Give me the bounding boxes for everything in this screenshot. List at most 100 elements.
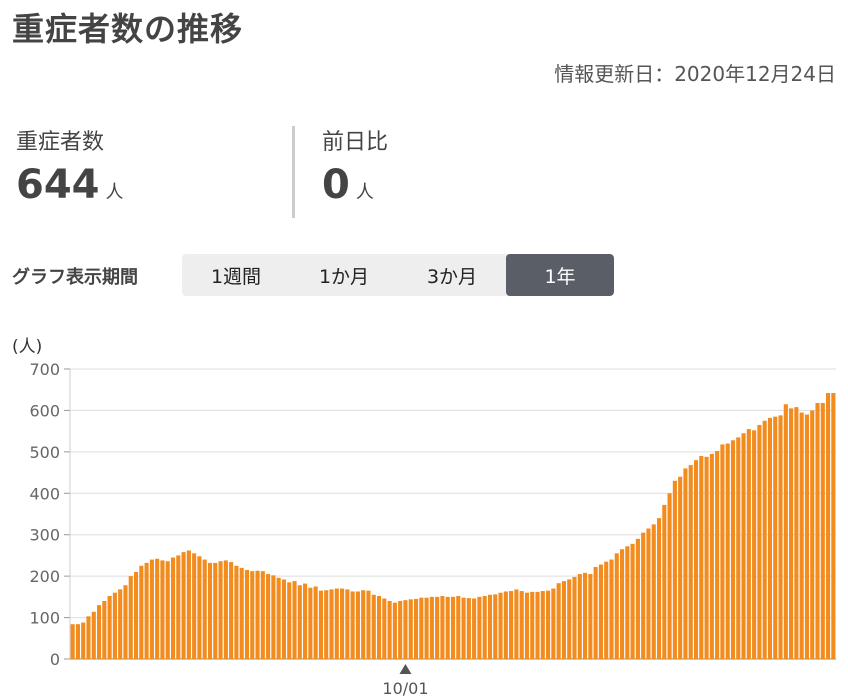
severe-count-label: 重症者数 bbox=[16, 130, 105, 155]
bar bbox=[799, 412, 804, 659]
bar bbox=[635, 538, 640, 659]
bar bbox=[530, 591, 535, 659]
bar bbox=[382, 598, 387, 659]
bar bbox=[651, 524, 656, 659]
bar bbox=[831, 393, 836, 659]
bar bbox=[614, 553, 619, 659]
bar bbox=[662, 504, 667, 659]
bar bbox=[234, 565, 239, 659]
bar bbox=[139, 565, 144, 659]
bar bbox=[456, 596, 461, 659]
bar bbox=[303, 583, 308, 659]
bar bbox=[783, 404, 788, 659]
y-tick-label: 100 bbox=[29, 609, 60, 628]
bar bbox=[202, 559, 207, 659]
bar bbox=[308, 587, 313, 659]
bar bbox=[709, 453, 714, 659]
bar bbox=[176, 555, 181, 659]
bar bbox=[720, 444, 725, 659]
day-change-value: 0 bbox=[322, 162, 350, 208]
bar bbox=[757, 424, 762, 659]
bar bbox=[826, 393, 831, 659]
y-tick-label: 200 bbox=[29, 567, 60, 586]
bar bbox=[287, 582, 292, 659]
bar bbox=[693, 460, 699, 659]
period-3month-button[interactable]: 3か月 bbox=[398, 254, 506, 296]
bar bbox=[213, 562, 218, 659]
bar bbox=[207, 562, 213, 659]
bar bbox=[229, 562, 234, 659]
bar bbox=[699, 456, 704, 659]
bar bbox=[334, 588, 339, 659]
bar bbox=[810, 410, 815, 659]
bar bbox=[413, 598, 419, 659]
bar bbox=[86, 616, 91, 659]
y-tick-label: 400 bbox=[29, 484, 60, 503]
bar bbox=[767, 417, 773, 659]
bar bbox=[762, 420, 767, 659]
bar bbox=[477, 596, 482, 659]
bar bbox=[540, 591, 545, 659]
bar bbox=[313, 586, 318, 659]
bar bbox=[81, 622, 86, 659]
bar bbox=[746, 429, 751, 659]
bar bbox=[593, 567, 598, 659]
bar bbox=[572, 576, 577, 659]
bar bbox=[609, 559, 614, 659]
bar bbox=[361, 590, 366, 659]
bar bbox=[281, 579, 287, 659]
bar bbox=[355, 591, 360, 659]
bar bbox=[820, 402, 825, 659]
bar bbox=[667, 493, 672, 659]
bar bbox=[244, 569, 250, 659]
bar bbox=[292, 581, 297, 659]
y-tick-label: 600 bbox=[29, 401, 60, 420]
bar bbox=[672, 480, 677, 659]
period-selector: 1週間 1か月 3か月 1年 bbox=[182, 254, 614, 296]
period-1year-button[interactable]: 1年 bbox=[506, 254, 614, 296]
bar bbox=[403, 600, 408, 659]
bar bbox=[561, 581, 566, 659]
bar bbox=[318, 590, 323, 659]
bar bbox=[688, 465, 693, 659]
bar bbox=[297, 585, 302, 659]
y-tick-label: 300 bbox=[29, 526, 60, 545]
page-title: 重症者数の推移 bbox=[12, 10, 244, 48]
bar bbox=[741, 433, 746, 659]
severe-count-unit: 人 bbox=[105, 182, 124, 203]
bar bbox=[340, 588, 345, 659]
bar bbox=[149, 559, 154, 659]
bar bbox=[376, 596, 382, 659]
severe-count-stat: 重症者数 644 人 bbox=[16, 124, 124, 208]
bar bbox=[419, 597, 424, 659]
date-marker-label: 10/01 bbox=[382, 679, 428, 698]
bar bbox=[498, 592, 503, 659]
bar bbox=[408, 599, 413, 659]
bar bbox=[96, 605, 102, 659]
bar bbox=[170, 557, 176, 659]
bar bbox=[487, 594, 493, 659]
bar bbox=[450, 596, 456, 659]
bar bbox=[440, 596, 445, 659]
bar bbox=[144, 562, 149, 659]
bar bbox=[583, 572, 588, 659]
bar bbox=[619, 549, 625, 659]
bar bbox=[524, 592, 530, 659]
bar bbox=[324, 590, 329, 659]
bar bbox=[625, 546, 630, 659]
bar bbox=[482, 596, 487, 659]
bar bbox=[398, 601, 403, 659]
bar bbox=[260, 571, 265, 659]
bar bbox=[223, 560, 228, 659]
bar bbox=[271, 575, 276, 659]
bar bbox=[387, 601, 392, 659]
bar bbox=[630, 543, 635, 659]
bar bbox=[239, 567, 244, 659]
period-1month-button[interactable]: 1か月 bbox=[290, 254, 398, 296]
bar bbox=[155, 558, 160, 659]
period-1week-button[interactable]: 1週間 bbox=[182, 254, 290, 296]
bar bbox=[503, 591, 508, 659]
bar bbox=[773, 416, 778, 659]
bar bbox=[102, 601, 107, 659]
bar bbox=[445, 596, 450, 659]
